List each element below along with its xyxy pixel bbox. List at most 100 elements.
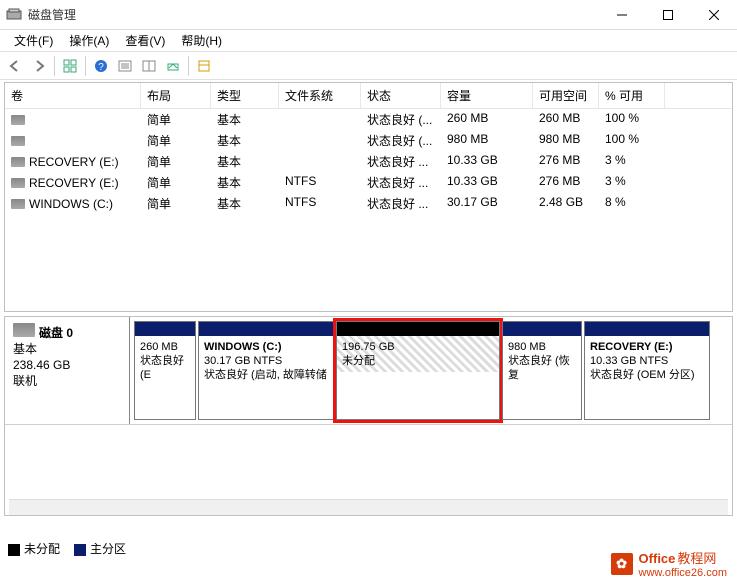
cell-percent: 100 % xyxy=(599,110,665,129)
col-percent[interactable]: % 可用 xyxy=(599,83,665,108)
partition-primary[interactable]: 980 MB 状态良好 (恢复 xyxy=(502,321,582,420)
cell-capacity: 30.17 GB xyxy=(441,194,533,213)
partition-status: 未分配 xyxy=(342,355,375,367)
table-row[interactable]: RECOVERY (E:)简单基本NTFS状态良好 ...10.33 GB276… xyxy=(5,172,732,193)
volume-list: 卷 布局 类型 文件系统 状态 容量 可用空间 % 可用 简单基本状态良好 (.… xyxy=(4,82,733,312)
cell-capacity: 980 MB xyxy=(441,131,533,150)
disk-layout-pane: 磁盘 0 基本 238.46 GB 联机 260 MB 状态良好 (E WIND… xyxy=(4,316,733,516)
partition-header xyxy=(199,322,333,336)
settings-icon[interactable] xyxy=(193,55,215,77)
table-row[interactable]: 简单基本状态良好 (...260 MB260 MB100 % xyxy=(5,109,732,130)
refresh-icon[interactable] xyxy=(114,55,136,77)
cell-free: 276 MB xyxy=(533,152,599,171)
legend-primary: 主分区 xyxy=(90,542,126,556)
volume-name: WINDOWS (C:) xyxy=(29,197,113,211)
close-button[interactable] xyxy=(691,0,737,30)
partition-header xyxy=(585,322,709,336)
cell-fs xyxy=(279,152,361,171)
view-icon[interactable] xyxy=(59,55,81,77)
partition-unallocated[interactable]: 196.75 GB 未分配 xyxy=(336,321,500,420)
cell-fs xyxy=(279,110,361,129)
menu-action[interactable]: 操作(A) xyxy=(61,30,117,51)
partition-primary[interactable]: WINDOWS (C:) 30.17 GB NTFS 状态良好 (启动, 故障转… xyxy=(198,321,334,420)
horizontal-scrollbar[interactable] xyxy=(9,499,728,515)
cell-status: 状态良好 (... xyxy=(361,131,441,150)
table-row[interactable]: WINDOWS (C:)简单基本NTFS状态良好 ...30.17 GB2.48… xyxy=(5,193,732,214)
cell-layout: 简单 xyxy=(141,194,211,213)
col-capacity[interactable]: 容量 xyxy=(441,83,533,108)
back-button[interactable] xyxy=(4,55,26,77)
cell-fs xyxy=(279,131,361,150)
cell-status: 状态良好 ... xyxy=(361,194,441,213)
svg-text:?: ? xyxy=(98,62,104,73)
legend-unallocated: 未分配 xyxy=(24,542,60,556)
cell-layout: 简单 xyxy=(141,173,211,192)
volume-icon xyxy=(11,136,25,146)
partition-primary[interactable]: 260 MB 状态良好 (E xyxy=(134,321,196,420)
menubar: 文件(F) 操作(A) 查看(V) 帮助(H) xyxy=(0,30,737,52)
partition-primary[interactable]: RECOVERY (E:) 10.33 GB NTFS 状态良好 (OEM 分区… xyxy=(584,321,710,420)
volume-name: RECOVERY (E:) xyxy=(29,155,119,169)
partition-size: 196.75 GB xyxy=(342,341,395,353)
titlebar: 磁盘管理 xyxy=(0,0,737,30)
column-headers: 卷 布局 类型 文件系统 状态 容量 可用空间 % 可用 xyxy=(5,83,732,109)
minimize-button[interactable] xyxy=(599,0,645,30)
watermark-icon: ✿ xyxy=(611,553,633,575)
forward-button[interactable] xyxy=(28,55,50,77)
table-row[interactable]: RECOVERY (E:)简单基本状态良好 ...10.33 GB276 MB3… xyxy=(5,151,732,172)
partition-size: 10.33 GB NTFS xyxy=(590,355,668,367)
col-type[interactable]: 类型 xyxy=(211,83,279,108)
disk-type: 基本 xyxy=(13,341,121,357)
cell-capacity: 10.33 GB xyxy=(441,152,533,171)
partition-status: 状态良好 (OEM 分区) xyxy=(590,369,695,381)
cell-capacity: 10.33 GB xyxy=(441,173,533,192)
disk-icon xyxy=(13,323,35,337)
col-status[interactable]: 状态 xyxy=(361,83,441,108)
help-icon[interactable]: ? xyxy=(90,55,112,77)
cell-type: 基本 xyxy=(211,194,279,213)
partition-title: WINDOWS (C:) xyxy=(204,341,282,353)
watermark-name1: Office xyxy=(639,551,676,566)
partition-size: 260 MB xyxy=(140,341,178,353)
partition-header xyxy=(503,322,581,336)
cell-type: 基本 xyxy=(211,131,279,150)
partition-title: RECOVERY (E:) xyxy=(590,341,673,353)
cell-type: 基本 xyxy=(211,110,279,129)
cell-free: 276 MB xyxy=(533,173,599,192)
menu-help[interactable]: 帮助(H) xyxy=(173,30,230,51)
legend: 未分配 主分区 xyxy=(8,540,126,557)
volume-icon xyxy=(11,115,25,125)
cell-free: 980 MB xyxy=(533,131,599,150)
col-free[interactable]: 可用空间 xyxy=(533,83,599,108)
disk-size: 238.46 GB xyxy=(13,357,121,373)
cell-percent: 3 % xyxy=(599,173,665,192)
disk-info[interactable]: 磁盘 0 基本 238.46 GB 联机 xyxy=(5,317,130,424)
col-layout[interactable]: 布局 xyxy=(141,83,211,108)
properties-button[interactable] xyxy=(162,55,184,77)
table-row[interactable]: 简单基本状态良好 (...980 MB980 MB100 % xyxy=(5,130,732,151)
menu-file[interactable]: 文件(F) xyxy=(6,30,61,51)
partition-status: 状态良好 (启动, 故障转储 xyxy=(204,369,327,381)
list-icon[interactable] xyxy=(138,55,160,77)
cell-percent: 100 % xyxy=(599,131,665,150)
menu-view[interactable]: 查看(V) xyxy=(117,30,173,51)
cell-layout: 简单 xyxy=(141,110,211,129)
maximize-button[interactable] xyxy=(645,0,691,30)
cell-capacity: 260 MB xyxy=(441,110,533,129)
col-volume[interactable]: 卷 xyxy=(5,83,141,108)
partition-header xyxy=(135,322,195,336)
cell-layout: 简单 xyxy=(141,152,211,171)
cell-type: 基本 xyxy=(211,173,279,192)
partition-size: 980 MB xyxy=(508,341,546,353)
cell-status: 状态良好 (... xyxy=(361,110,441,129)
partition-header xyxy=(337,322,499,336)
toolbar: ? xyxy=(0,52,737,80)
cell-percent: 3 % xyxy=(599,152,665,171)
partition-size: 30.17 GB NTFS xyxy=(204,355,282,367)
cell-status: 状态良好 ... xyxy=(361,173,441,192)
cell-type: 基本 xyxy=(211,152,279,171)
col-filesystem[interactable]: 文件系统 xyxy=(279,83,361,108)
disk-state: 联机 xyxy=(13,373,121,389)
volume-icon xyxy=(11,157,25,167)
watermark-url: www.office26.com xyxy=(639,567,727,579)
